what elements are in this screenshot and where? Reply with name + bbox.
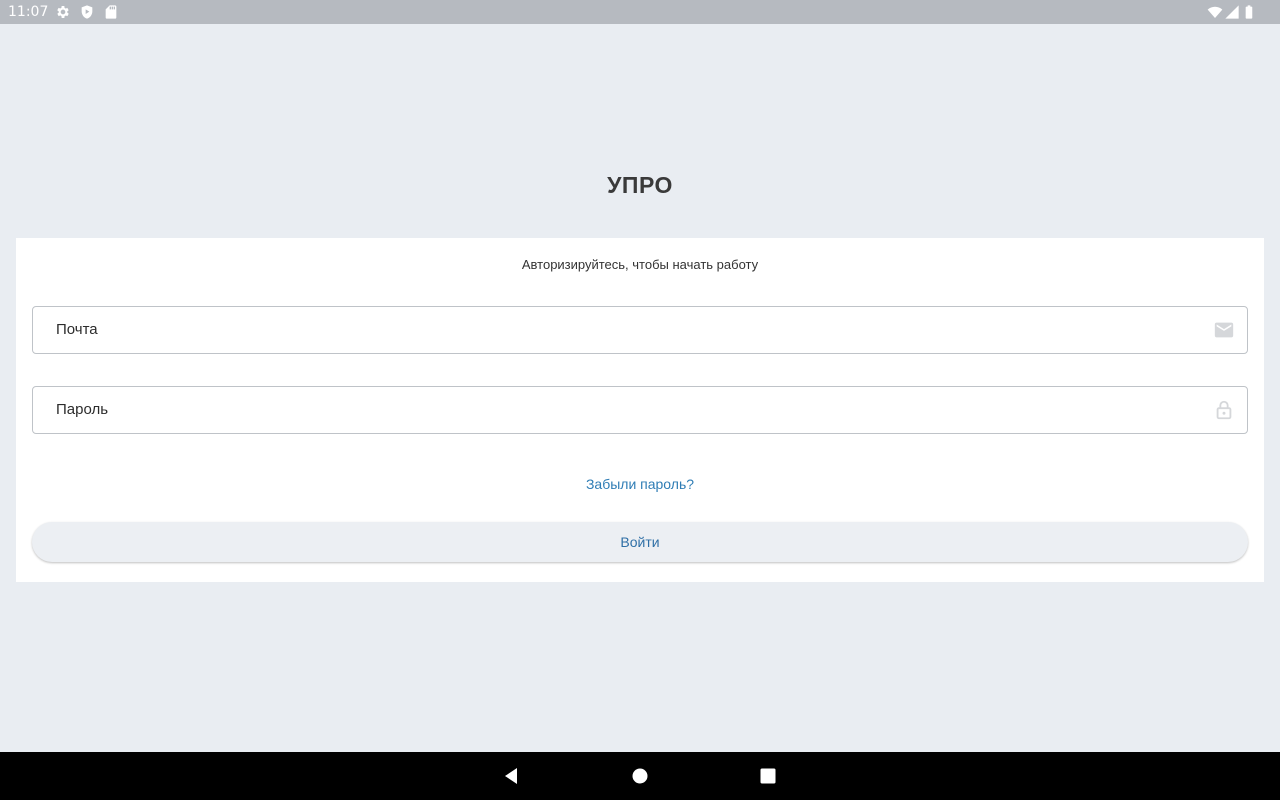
wifi-icon [1207, 6, 1223, 18]
home-icon[interactable] [630, 766, 650, 786]
status-bar: 11:07 [0, 0, 1280, 24]
cellular-signal-icon [1225, 5, 1239, 19]
login-subtitle: Авторизируйтесь, чтобы начать работу [521, 257, 759, 272]
mail-icon [1214, 322, 1234, 338]
forgot-password-link[interactable]: Забыли пароль? [16, 476, 1264, 492]
email-placeholder: Почта [56, 321, 98, 338]
lock-icon [1216, 400, 1232, 420]
recents-icon[interactable] [758, 766, 778, 786]
sd-card-icon [105, 5, 117, 19]
password-field[interactable]: Пароль [32, 386, 1248, 434]
gear-icon [57, 6, 69, 18]
shield-play-icon [81, 5, 93, 19]
app-title: УПРО [607, 172, 673, 198]
password-placeholder: Пароль [56, 401, 109, 418]
back-icon[interactable] [501, 766, 521, 786]
email-field[interactable]: Почта [32, 306, 1248, 354]
battery-icon [1245, 5, 1253, 19]
status-time: 11:07 [8, 4, 49, 20]
navigation-bar [0, 752, 1280, 800]
login-button[interactable]: Войти [32, 522, 1248, 562]
login-card: Авторизируйтесь, чтобы начать работу Поч… [16, 238, 1264, 582]
